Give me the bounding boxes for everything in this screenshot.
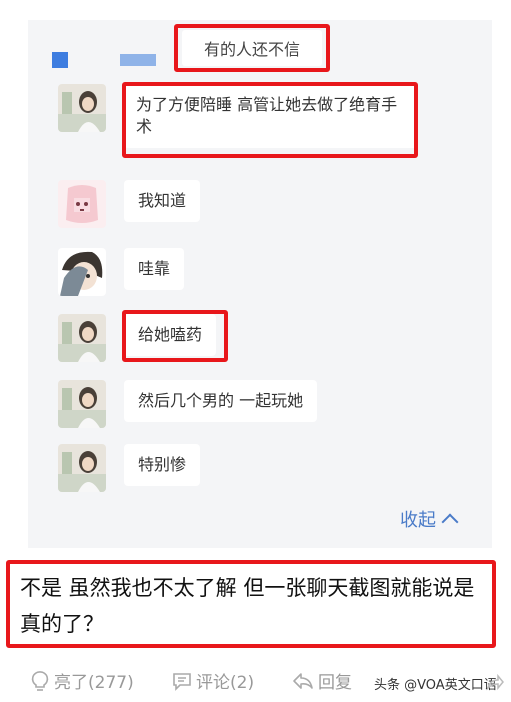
like-count-label: 亮了(277): [54, 673, 134, 693]
girl-photo-avatar: [58, 380, 106, 428]
girl-photo-avatar: [58, 314, 106, 362]
message-bubble: 特别惨: [124, 444, 201, 486]
reply-button[interactable]: 回复: [292, 668, 352, 693]
message-bubble: 哇靠: [124, 248, 185, 290]
comment-count-label: 评论(2): [196, 673, 255, 693]
comment-text-highlighted: 不是 虽然我也不太了解 但一张聊天截图就能说是真的了？: [6, 560, 496, 648]
like-button[interactable]: 亮了(277): [30, 668, 134, 693]
highlight-box-top: [174, 24, 330, 72]
comment-icon: [172, 671, 192, 691]
girl-photo-avatar: [58, 84, 106, 132]
reply-label: 回复: [318, 673, 352, 693]
source-watermark: 头条 @VOA英文口语: [374, 678, 497, 693]
anime-character-avatar: [58, 248, 106, 296]
message-bubble: 我知道: [124, 180, 201, 222]
highlight-box-msg-1: [122, 82, 418, 158]
collapse-label: 收起: [400, 510, 436, 531]
comment-button[interactable]: 评论(2): [172, 668, 254, 693]
lightbulb-icon: [30, 670, 50, 692]
highlight-box-msg-4: [122, 310, 228, 362]
reply-arrow-icon: [292, 671, 314, 691]
message-bubble: 然后几个男的 一起玩她: [124, 380, 318, 422]
collapse-button[interactable]: 收起: [400, 506, 459, 532]
share-icon[interactable]: [484, 672, 504, 696]
chevron-up-icon: [441, 513, 459, 531]
girl-photo-avatar: [58, 444, 106, 492]
pink-cartoon-avatar: [58, 180, 106, 228]
